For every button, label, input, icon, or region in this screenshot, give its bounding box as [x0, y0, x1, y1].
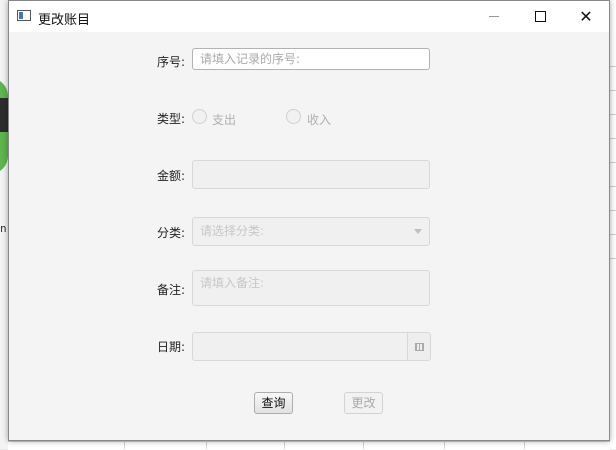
category-label: 分类: [156, 226, 185, 240]
background-grid-line [284, 441, 285, 449]
background-text: n [0, 222, 7, 235]
title-bar[interactable]: 更改账目 ✕ [9, 1, 609, 32]
type-label: 类型: [156, 112, 185, 126]
type-expense-radio[interactable] [192, 109, 207, 124]
category-combobox[interactable]: 请选择分类: [192, 217, 430, 246]
serial-label: 序号: [156, 55, 185, 69]
maximize-icon [534, 11, 546, 22]
note-textarea[interactable]: 请填入备注: [192, 270, 430, 306]
background-grid-line [444, 441, 445, 449]
background-grid-line [610, 258, 616, 259]
background-grid-line [610, 90, 616, 91]
close-icon: ✕ [579, 6, 593, 26]
background-grid-line [363, 441, 364, 449]
background-grid-line [206, 441, 207, 449]
background-grid-line [610, 210, 616, 211]
background-grid-line [610, 66, 616, 67]
type-expense-label: 支出 [212, 113, 237, 127]
app-window-icon [17, 10, 31, 21]
window-title: 更改账目 [38, 13, 91, 28]
chevron-down-icon [414, 229, 422, 234]
background-grid-line [124, 441, 125, 449]
background-grid-line [610, 162, 616, 163]
background-grid-line [524, 441, 525, 449]
background-grid-line [610, 186, 616, 187]
date-label: 日期: [156, 340, 185, 354]
update-button[interactable]: 更改 [344, 392, 383, 414]
note-label: 备注: [156, 283, 185, 297]
date-picker-button[interactable] [407, 332, 431, 361]
background-grid-line [610, 138, 616, 139]
edit-record-dialog: 更改账目 ✕ 序号: 请填入记录的序号: 类型: 支出 收入 金额: 分类: 请… [8, 0, 610, 441]
background-logo-dark [0, 98, 8, 132]
amount-label: 金额: [156, 169, 185, 183]
background-grid-line [610, 114, 616, 115]
background-grid-line [610, 234, 616, 235]
close-button[interactable]: ✕ [563, 1, 609, 32]
calendar-icon [414, 342, 424, 351]
minimize-icon [489, 16, 499, 17]
amount-input[interactable] [192, 160, 430, 189]
maximize-button[interactable] [517, 1, 563, 32]
date-input[interactable] [192, 332, 408, 361]
type-income-radio[interactable] [286, 109, 301, 124]
category-placeholder: 请选择分类: [200, 224, 265, 238]
serial-input[interactable]: 请填入记录的序号: [192, 48, 430, 70]
background-app-right [610, 0, 616, 449]
minimize-button[interactable] [471, 1, 517, 32]
type-income-label: 收入 [307, 113, 332, 127]
query-button[interactable]: 查询 [254, 392, 293, 414]
